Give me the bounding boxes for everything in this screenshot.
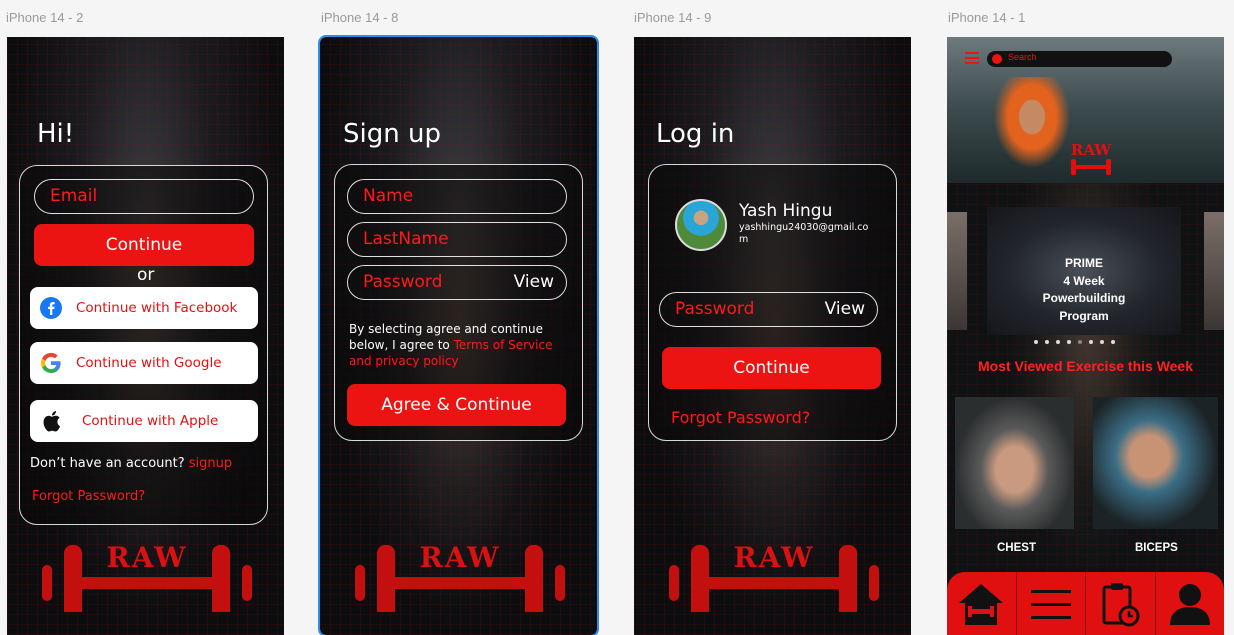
or-separator: or [137,265,155,285]
home-icon [959,583,1004,625]
forgot-password-link[interactable]: Forgot Password? [32,489,145,504]
raw-logo-text: RAW [106,541,187,574]
exercise-card-biceps[interactable] [1093,397,1218,529]
nav-menu[interactable] [1017,572,1086,635]
terms-text: By selecting agree and continue below, I… [349,321,564,369]
google-icon [40,352,62,374]
profile-icon [1169,583,1210,625]
promo-line-1: PRIME [1064,256,1103,270]
raw-mini-logo-text: RAW [1071,141,1112,159]
continue-button[interactable]: Continue [34,224,254,266]
password-placeholder: Password [363,272,443,292]
forgot-password-link[interactable]: Forgot Password? [671,408,810,427]
view-password-toggle[interactable]: View [825,293,865,326]
frame-home[interactable]: RAW Search PRIME 4 Week Powerbuilding Pr… [947,37,1224,635]
user-email: yashhingu24030@gmail.com [739,222,869,245]
page-title: Sign up [343,119,441,149]
apple-button-label: Continue with Apple [82,413,219,429]
avatar [675,199,727,251]
bottom-nav [947,572,1224,635]
nav-home[interactable] [947,572,1017,635]
promo-line-3: Powerbuilding [1042,291,1126,305]
section-title: Most Viewed Exercise this Week [977,358,1194,374]
menu-icon[interactable] [965,51,979,65]
email-field[interactable]: Email [34,179,254,214]
menu-icon [1030,589,1071,619]
view-password-toggle[interactable]: View [514,266,554,299]
promo-line-2: 4 Week [1063,273,1105,288]
frame-signup[interactable]: Sign up Name LastName Password View By s… [318,35,599,635]
frame-label-4: iPhone 14 - 1 [948,10,1026,25]
lastname-field[interactable]: LastName [347,222,567,257]
carousel-dot[interactable] [1045,340,1049,344]
user-name: Yash Hingu [739,201,833,221]
apple-icon [40,410,62,432]
frame-label-1: iPhone 14 - 2 [6,10,84,25]
frame-login[interactable]: Log in Yash Hingu yashhingu24030@gmail.c… [634,37,911,635]
frame-welcome[interactable]: Hi! Email Continue or Continue with Face… [7,37,284,635]
apple-button[interactable]: Continue with Apple [30,400,258,442]
carousel-dot[interactable] [1100,340,1104,344]
google-button[interactable]: Continue with Google [30,342,258,384]
facebook-button-label: Continue with Facebook [76,300,238,316]
facebook-icon [40,297,62,319]
signup-card: Name LastName Password View By selecting… [334,164,583,441]
exercise-card-chest[interactable] [955,397,1074,529]
no-account-text: Don’t have an account? [30,456,185,471]
nav-workout-log[interactable] [1086,572,1156,635]
raw-mini-logo: RAW [1071,141,1112,175]
signup-prompt: Don’t have an account? signup [30,456,232,471]
signup-link[interactable]: signup [189,456,232,471]
exercise-label-chest: CHEST [997,542,1036,554]
promo-text: PRIME 4 Week Powerbuilding Program [987,255,1181,325]
search-icon [992,54,1002,64]
frame-label-3: iPhone 14 - 9 [634,10,712,25]
page-title: Hi! [37,119,75,149]
carousel-dots[interactable] [1034,340,1115,344]
agree-continue-button[interactable]: Agree & Continue [347,384,566,426]
password-field[interactable]: Password View [347,265,567,300]
carousel-dot[interactable] [1067,340,1071,344]
raw-logo: RAW [355,541,565,612]
raw-logo-text: RAW [733,541,814,574]
password-placeholder: Password [675,299,755,319]
google-button-label: Continue with Google [76,355,222,371]
carousel-dot[interactable] [1111,340,1115,344]
login-card: Yash Hingu yashhingu24030@gmail.com Pass… [648,164,897,441]
raw-logo: RAW [42,541,252,612]
raw-logo: RAW [669,541,879,612]
promo-line-4: Program [1059,308,1109,323]
continue-button[interactable]: Continue [662,347,881,389]
nav-profile[interactable] [1156,572,1225,635]
carousel-dot[interactable] [1034,340,1038,344]
carousel-dot-active[interactable] [1078,340,1082,344]
name-field[interactable]: Name [347,179,567,214]
athlete-image [987,77,1077,177]
exercise-label-biceps: BICEPS [1135,542,1178,554]
carousel-prev-card[interactable] [947,212,967,330]
page-title: Log in [656,119,735,149]
search-input[interactable]: Search [987,51,1172,67]
workout-log-icon [1102,582,1140,626]
frame-label-2: iPhone 14 - 8 [321,10,399,25]
carousel-dot[interactable] [1056,340,1060,344]
raw-logo-text: RAW [419,541,500,574]
carousel-next-card[interactable] [1204,212,1224,330]
search-label: Search [1008,52,1037,62]
welcome-card: Email Continue or Continue with Facebook… [19,165,268,525]
carousel-dot[interactable] [1089,340,1093,344]
password-field[interactable]: Password View [659,292,878,327]
facebook-button[interactable]: Continue with Facebook [30,287,258,329]
